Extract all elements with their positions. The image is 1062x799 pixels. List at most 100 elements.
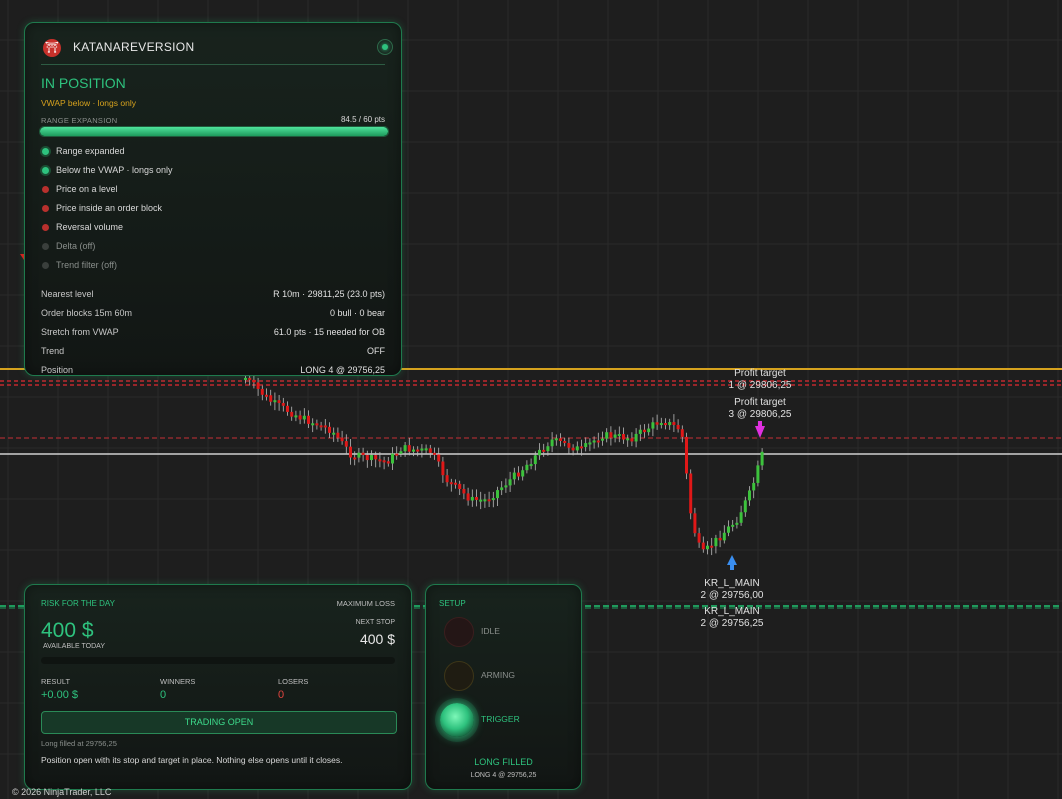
trading-open-button[interactable]: TRADING OPEN — [41, 711, 397, 734]
candle-body — [361, 452, 365, 456]
candle-body — [588, 442, 592, 445]
candle-body — [601, 438, 604, 441]
candle-body — [571, 447, 575, 451]
candle-body — [504, 485, 508, 488]
candle-body — [542, 449, 546, 452]
candle-body — [592, 440, 596, 443]
setup-position: LONG 4 @ 29756,25 — [470, 772, 537, 779]
condition-item: Price on a level — [41, 183, 385, 202]
candle-body — [559, 438, 562, 442]
candle-body — [743, 500, 747, 513]
candle-body — [693, 513, 697, 534]
candle-body — [424, 448, 428, 451]
candle-body — [622, 434, 625, 440]
status-dot-icon — [42, 224, 49, 231]
candle-body — [546, 446, 550, 452]
candle-body — [466, 493, 470, 501]
stat-row: Nearest level R 10m · 29811,25 (23.0 pts) — [41, 289, 385, 299]
candle-body — [332, 432, 336, 435]
candle-body — [269, 395, 273, 402]
candle-body — [685, 436, 688, 474]
strategy-header: ⛩ KATANAREVERSION — [41, 37, 393, 65]
strategy-panel: ⛩ KATANAREVERSION IN POSITION VWAP below… — [24, 22, 402, 376]
candle-body — [533, 455, 537, 465]
candle-body — [412, 449, 415, 452]
candle-body — [428, 448, 432, 453]
candle-body — [525, 464, 529, 471]
candle-body — [260, 388, 264, 395]
candle-body — [575, 446, 579, 451]
status-dot-icon — [42, 167, 49, 174]
candle-body — [643, 429, 646, 433]
candles — [244, 372, 764, 556]
candle-body — [458, 483, 462, 489]
setup-title: SETUP — [439, 599, 466, 608]
profit-target-1-title: Profit target — [734, 368, 786, 379]
candle-body — [727, 526, 730, 533]
candle-body — [449, 482, 453, 485]
candle-body — [315, 423, 319, 426]
candle-body — [638, 429, 642, 434]
next-stop-label: NEXT STOP — [355, 619, 395, 626]
bias-subtitle: VWAP below · longs only — [41, 98, 136, 108]
candle-body — [655, 422, 659, 425]
candle-body — [752, 482, 756, 491]
candle-body — [344, 441, 348, 447]
candle-body — [706, 545, 709, 550]
candle-body — [538, 449, 541, 456]
candle-body — [437, 454, 441, 462]
position-note: Position open with its stop and target i… — [41, 755, 343, 765]
candle-body — [668, 422, 672, 426]
winners-value: 0 — [160, 689, 167, 701]
candle-body — [491, 498, 495, 501]
risk-amount: 400 $ — [41, 619, 94, 642]
status-dot-icon — [42, 205, 49, 212]
status-dot-icon — [42, 262, 49, 269]
candle-body — [697, 533, 701, 543]
candle-body — [420, 448, 424, 451]
strategy-name: KATANAREVERSION — [73, 40, 195, 54]
candle-body — [328, 426, 331, 433]
candle-body — [563, 441, 567, 444]
torii-logo-icon: ⛩ — [43, 39, 61, 57]
candle-body — [349, 446, 352, 458]
condition-item: Below the VWAP · longs only — [41, 164, 385, 183]
candle-body — [294, 415, 298, 418]
candle-body — [735, 522, 739, 525]
candle-body — [680, 429, 684, 437]
candle-body — [508, 479, 512, 486]
condition-item: Price inside an order block — [41, 202, 385, 221]
arming-label: ARMING — [481, 670, 515, 680]
risk-usage-bar — [41, 657, 395, 664]
condition-item: Reversal volume — [41, 221, 385, 240]
stats-list: Nearest level R 10m · 29811,25 (23.0 pts)… — [41, 289, 385, 384]
candle-body — [365, 455, 369, 461]
range-progress-fill — [40, 127, 388, 136]
candle-body — [748, 490, 751, 501]
arming-indicator-icon — [444, 661, 474, 691]
candle-body — [521, 470, 525, 477]
candle-body — [370, 455, 373, 461]
losers-col: LOSERS 0 — [278, 677, 309, 701]
entry-2-title: KR_L_MAIN — [704, 606, 760, 617]
candle-body — [517, 472, 520, 477]
candle-body — [475, 496, 478, 500]
candle-body — [470, 496, 474, 501]
candle-body — [487, 499, 491, 502]
candle-body — [756, 465, 760, 483]
position-status: IN POSITION — [41, 75, 126, 91]
profit-target-2-title: Profit target — [734, 397, 786, 408]
candle-body — [605, 432, 609, 439]
candle-body — [433, 452, 436, 455]
candle-body — [512, 472, 516, 480]
condition-item: Range expanded — [41, 145, 385, 164]
copyright: © 2026 NinjaTrader, LLC — [12, 787, 112, 797]
power-toggle-icon[interactable] — [377, 39, 393, 55]
candle-body — [714, 537, 718, 547]
candle-body — [290, 411, 294, 417]
range-label: RANGE EXPANSION — [41, 116, 118, 125]
candle-body — [445, 475, 449, 483]
candle-body — [596, 440, 600, 443]
candle-body — [580, 446, 583, 449]
stat-row: Position LONG 4 @ 29756,25 — [41, 365, 385, 375]
